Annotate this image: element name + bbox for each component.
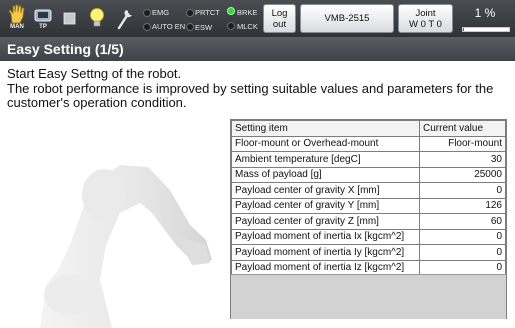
- table-empty-area: [231, 274, 506, 319]
- setting-item-cell: Payload center of gravity X [mm]: [231, 182, 420, 199]
- current-value-cell: 0: [419, 228, 506, 245]
- brke-lamp: [227, 7, 235, 15]
- table-row[interactable]: Payload moment of inertia Iy [kgcm^2] 0: [231, 244, 506, 261]
- current-value-cell: 60: [419, 213, 506, 230]
- auto-en-lamp: [143, 23, 151, 31]
- description-line-2: The robot performance is improved by set…: [7, 80, 494, 96]
- teach-pendant-icon: [34, 9, 52, 22]
- lamp-button[interactable]: [86, 4, 108, 34]
- prtct-lamp: [186, 9, 194, 17]
- table-row[interactable]: Payload moment of inertia Ix [kgcm^2] 0: [231, 228, 506, 245]
- emg-indicator: EMG: [152, 8, 170, 17]
- lightbulb-icon: [90, 8, 104, 27]
- setting-item-cell: Floor-mount or Overhead-mount: [231, 135, 420, 152]
- current-value-cell: Floor-mount: [419, 135, 506, 152]
- setting-item-cell: Payload center of gravity Y [mm]: [231, 197, 420, 214]
- table-header-row: Setting item Current value: [231, 120, 506, 137]
- current-value-cell: 25000: [419, 166, 506, 183]
- robot-arm-image: [40, 165, 212, 328]
- auto-en-indicator: AUTO EN: [152, 22, 186, 31]
- mlck-lamp: [227, 22, 235, 30]
- speed-bar: [462, 27, 510, 32]
- settings-table: Setting item Current value Floor-mount o…: [231, 120, 506, 276]
- current-value-cell: 0: [419, 182, 506, 199]
- setting-item-cell: Ambient temperature [degC]: [231, 151, 420, 168]
- maintenance-button[interactable]: [114, 4, 136, 34]
- emg-lamp: [143, 9, 151, 17]
- robot-model-button[interactable]: VMB-2515: [300, 4, 394, 33]
- stop-square-icon: [63, 12, 76, 25]
- esw-lamp: [186, 23, 194, 31]
- brke-indicator: BRKE: [237, 8, 258, 17]
- table-row[interactable]: Ambient temperature [degC] 30: [231, 151, 506, 168]
- wrench-icon: [117, 10, 132, 30]
- setting-item-cell: Mass of payload [g]: [231, 166, 420, 183]
- setting-item-cell: Payload moment of inertia Ix [kgcm^2]: [231, 228, 420, 245]
- setting-item-cell: Payload moment of inertia Iy [kgcm^2]: [231, 244, 420, 261]
- coordinate-mode-button[interactable]: Joint W 0 T 0: [398, 4, 453, 33]
- stop-button[interactable]: [60, 4, 80, 34]
- table-row[interactable]: Floor-mount or Overhead-mount Floor-mount: [231, 135, 506, 152]
- logout-label-line2: out: [272, 18, 287, 30]
- prtct-indicator: PRTCT: [195, 8, 220, 17]
- current-value-cell: 0: [419, 244, 506, 261]
- tp-label: TP: [39, 24, 47, 30]
- column-header-current-value: Current value: [419, 120, 506, 137]
- page-title: Easy Setting (1/5): [0, 37, 515, 61]
- man-label: MAN: [10, 24, 24, 30]
- tool-work-label: W 0 T 0: [409, 18, 442, 30]
- robot-model-label: VMB-2515: [324, 13, 370, 24]
- manual-mode-button[interactable]: MAN: [6, 4, 28, 34]
- current-value-cell: 30: [419, 151, 506, 168]
- hand-icon: [8, 4, 25, 24]
- settings-table-panel: Setting item Current value Floor-mount o…: [230, 119, 507, 319]
- table-row[interactable]: Payload center of gravity Z [mm] 60: [231, 213, 506, 230]
- column-header-setting-item: Setting item: [231, 120, 420, 137]
- joint-label: Joint: [415, 7, 436, 19]
- esw-indicator: ESW: [195, 23, 213, 32]
- description-line-1: Start Easy Settng of the robot.: [7, 66, 182, 81]
- table-row[interactable]: Payload center of gravity X [mm] 0: [231, 182, 506, 199]
- setting-item-cell: Payload center of gravity Z [mm]: [231, 213, 420, 230]
- speed-value: 1 %: [474, 6, 496, 20]
- status-bar: MAN TP EMG AUTO EN PRTCT ESW BRKE MLCK L…: [0, 0, 515, 37]
- teach-pendant-button[interactable]: TP: [32, 4, 54, 34]
- mlck-indicator: MLCK: [237, 22, 258, 31]
- logout-label-line1: Log: [271, 7, 288, 19]
- table-row[interactable]: Payload center of gravity Y [mm] 126: [231, 197, 506, 214]
- logout-button[interactable]: Log out: [263, 4, 296, 33]
- current-value-cell: 126: [419, 197, 506, 214]
- table-row[interactable]: Mass of payload [g] 25000: [231, 166, 506, 183]
